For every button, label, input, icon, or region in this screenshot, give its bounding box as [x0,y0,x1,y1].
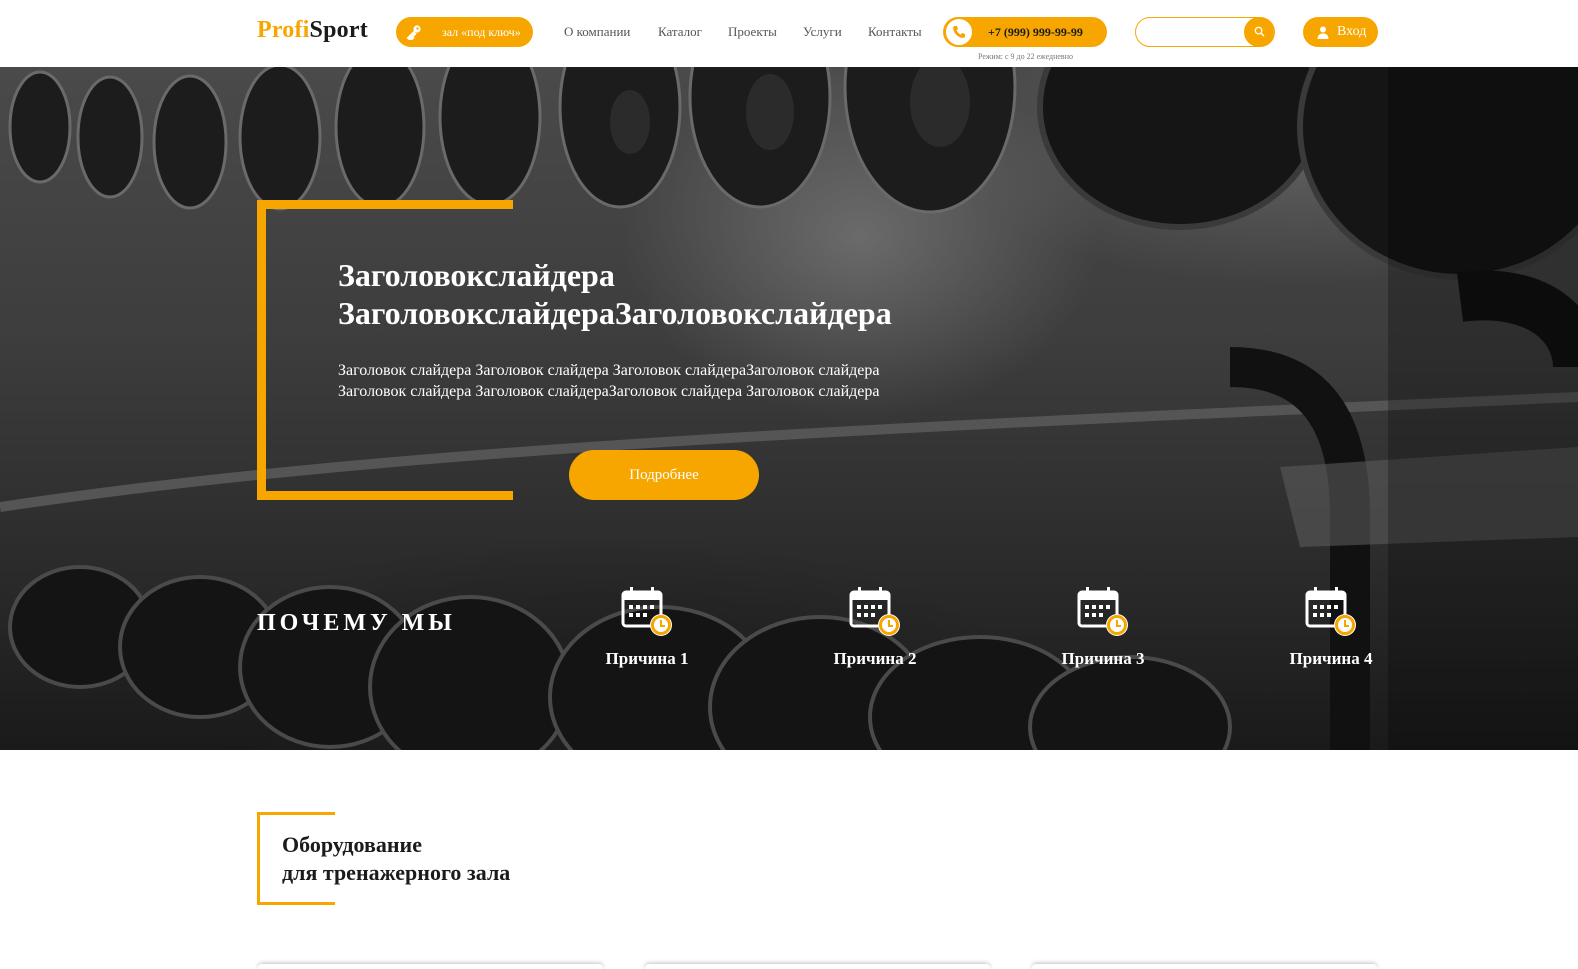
section-title: Оборудование для тренажерного зала [282,831,510,887]
calendar-clock-icon [621,587,672,636]
reason-item-2: Причина 2 [825,586,925,669]
phone-button[interactable]: +7 (999) 999-99-99 [943,17,1107,47]
reason-item-3: Причина 3 [1053,586,1153,669]
nav-link-contacts[interactable]: Контакты [868,24,922,40]
turnkey-button[interactable]: зал «под ключ» [396,17,533,47]
nav-link-catalog[interactable]: Каталог [658,24,702,40]
user-icon [1317,26,1329,39]
hero-frame-decoration [257,200,513,500]
reason-item-4: Причина 4 [1281,586,1381,669]
search-box [1135,16,1275,47]
calendar-clock-icon [849,587,900,636]
section-title-line-1: Оборудование [282,832,422,857]
phone-number: +7 (999) 999-99-99 [988,24,1083,39]
section-title-line-2: для тренажерного зала [282,860,511,885]
logo-part-profi: Profi [257,17,310,43]
nav-link-about[interactable]: О компании [564,24,630,40]
nav-link-services[interactable]: Услуги [803,24,842,40]
product-card[interactable] [258,964,603,969]
hero-title-line-2: ЗаголовокслайдераЗаголовокслайдера [338,295,892,331]
reason-label-2: Причина 2 [833,649,917,668]
calendar-clock-icon [1077,587,1128,636]
product-card[interactable] [1032,964,1377,969]
search-input[interactable] [1146,23,1245,43]
reason-item-1: Причина 1 [597,586,697,669]
phone-icon [944,17,974,47]
login-button[interactable]: Вход [1303,17,1378,47]
login-label: Вход [1337,24,1367,39]
site-header: ProfiSport зал «под ключ» О компании Кат… [0,0,1578,67]
search-icon [1254,26,1265,37]
why-us-title: ПОЧЕМУ МЫ [257,610,456,636]
key-icon [406,24,426,40]
reason-label-4: Причина 4 [1289,649,1373,668]
product-card[interactable] [645,964,990,969]
hero-subtitle: Заголовок слайдера Заголовок слайдера За… [338,360,978,402]
turnkey-label: зал «под ключ» [442,24,521,39]
hero-subtitle-line-2: Заголовок слайдера Заголовок слайдераЗаг… [338,383,880,400]
nav-link-projects[interactable]: Проекты [728,24,777,40]
reason-label-3: Причина 3 [1061,649,1145,668]
hero-subtitle-line-1: Заголовок слайдера Заголовок слайдера За… [338,362,880,379]
reason-label-1: Причина 1 [605,649,689,668]
calendar-clock-icon [1305,587,1356,636]
search-button[interactable] [1244,16,1274,47]
more-button[interactable]: Подробнее [569,450,759,500]
working-hours: Режим: с 9 до 22 ежедневно [978,52,1073,61]
hero-title-line-1: Заголовокслайдера [338,257,615,293]
hero-title: Заголовокслайдера ЗаголовокслайдераЗагол… [338,256,1238,332]
logo-part-sport: Sport [309,17,368,43]
logo[interactable]: ProfiSport [257,17,368,44]
